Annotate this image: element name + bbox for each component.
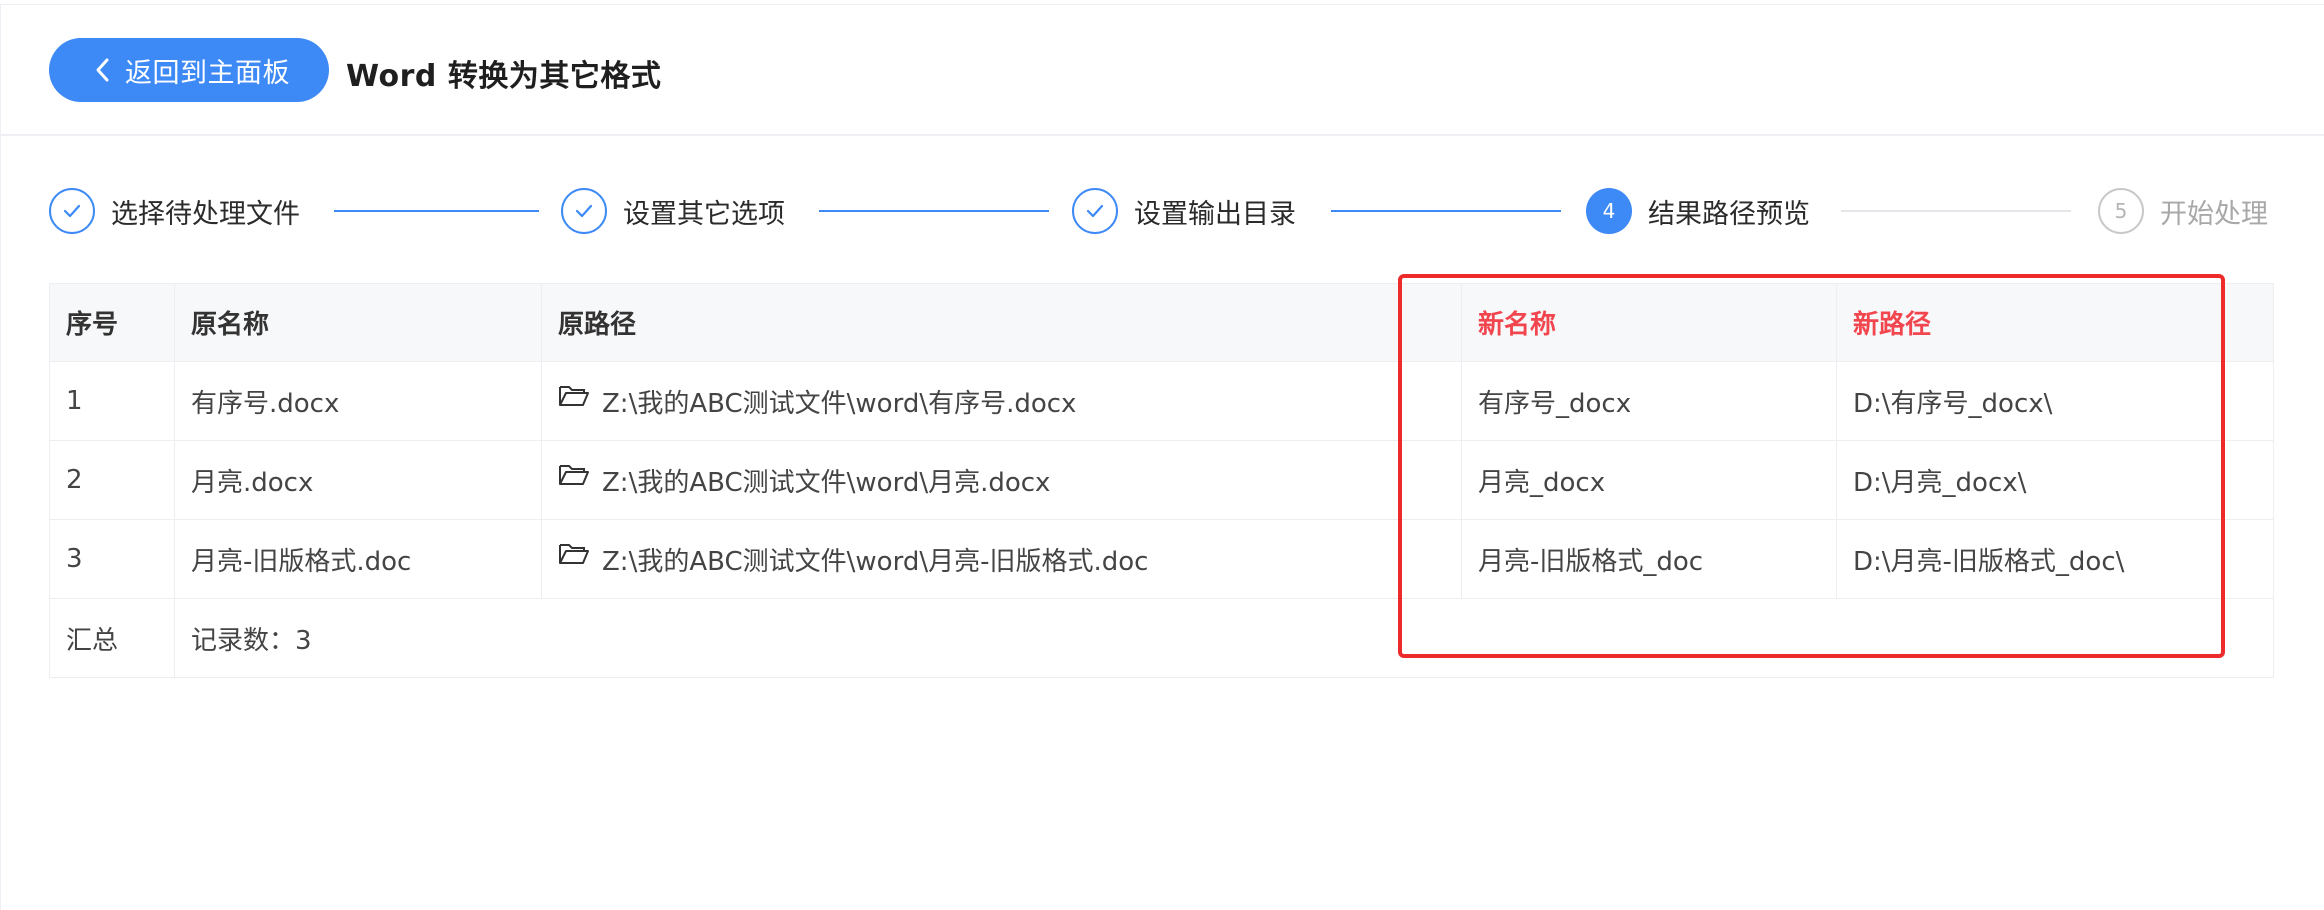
step-output-dir[interactable]: 设置输出目录 [1072,185,1296,237]
cell-new-path: D:\月亮_docx\ [1836,440,2274,520]
cell-index: 2 [49,440,175,520]
table-header-row: 序号 原名称 原路径 新名称 新路径 [49,283,2274,362]
cell-new-path: D:\月亮-旧版格式_doc\ [1836,519,2274,599]
step-number-badge: 4 [1586,188,1632,234]
cell-original-name: 月亮-旧版格式.doc [174,519,542,599]
summary-row: 汇总 记录数：3 [49,598,2274,678]
path-text: Z:\我的ABC测试文件\word\月亮-旧版格式.doc [602,546,1149,577]
step-label: 结果路径预览 [1648,198,1810,230]
step-start-processing[interactable]: 5 开始处理 [2098,185,2268,237]
check-icon [1072,188,1118,234]
cell-index: 1 [49,361,175,441]
step-connector [1841,210,2071,212]
header-bar: 返回到主面板 Word 转换为其它格式 [1,5,2324,136]
cell-new-name: 有序号_docx [1461,361,1837,441]
table-row[interactable]: 1 有序号.docx Z:\我的ABC测试文件\word\有序号.docx 有序… [49,361,2274,441]
cell-original-path: Z:\我的ABC测试文件\word\月亮.docx [541,440,1462,520]
col-header-index[interactable]: 序号 [49,283,175,362]
col-header-original-name[interactable]: 原名称 [174,283,542,362]
check-icon [49,188,95,234]
cell-original-path: Z:\我的ABC测试文件\word\有序号.docx [541,361,1462,441]
step-label: 设置其它选项 [623,198,785,230]
back-to-dashboard-button[interactable]: 返回到主面板 [49,38,329,102]
cell-original-path: Z:\我的ABC测试文件\word\月亮-旧版格式.doc [541,519,1462,599]
step-select-files[interactable]: 选择待处理文件 [49,185,300,237]
path-text: Z:\我的ABC测试文件\word\月亮.docx [602,467,1051,498]
chevron-left-icon [75,38,131,102]
steps-progress: 选择待处理文件 设置其它选项 设置输出目录 4 结果路径预览 5 开始处理 [1,185,2324,237]
table-row[interactable]: 3 月亮-旧版格式.doc Z:\我的ABC测试文件\word\月亮-旧版格式.… [49,519,2274,599]
col-header-new-path[interactable]: 新路径 [1836,283,2274,362]
cell-original-name: 有序号.docx [174,361,542,441]
step-other-options[interactable]: 设置其它选项 [561,185,785,237]
folder-open-icon[interactable] [558,463,590,494]
app-window: 返回到主面板 Word 转换为其它格式 选择待处理文件 设置其它选项 设置输出目… [0,4,2324,910]
step-label: 开始处理 [2160,198,2268,230]
step-result-preview[interactable]: 4 结果路径预览 [1586,185,1810,237]
folder-open-icon[interactable] [558,384,590,415]
step-number-badge: 5 [2098,188,2144,234]
path-text: Z:\我的ABC测试文件\word\有序号.docx [602,388,1077,419]
result-table: 序号 原名称 原路径 新名称 新路径 1 有序号.docx Z:\我的ABC测试… [49,283,2274,678]
step-label: 选择待处理文件 [111,198,300,230]
check-icon [561,188,607,234]
summary-label: 汇总 [49,598,175,678]
cell-original-name: 月亮.docx [174,440,542,520]
col-header-new-name[interactable]: 新名称 [1461,283,1837,362]
cell-new-name: 月亮-旧版格式_doc [1461,519,1837,599]
cell-new-name: 月亮_docx [1461,440,1837,520]
col-header-original-path[interactable]: 原路径 [541,283,1462,362]
table-row[interactable]: 2 月亮.docx Z:\我的ABC测试文件\word\月亮.docx 月亮_d… [49,440,2274,520]
folder-open-icon[interactable] [558,542,590,573]
cell-index: 3 [49,519,175,599]
back-button-label: 返回到主面板 [125,57,290,89]
step-connector [334,210,539,212]
page-title: Word 转换为其它格式 [346,59,662,94]
step-connector [1331,210,1561,212]
cell-new-path: D:\有序号_docx\ [1836,361,2274,441]
summary-value: 记录数：3 [174,598,2274,678]
step-label: 设置输出目录 [1134,198,1296,230]
step-connector [819,210,1049,212]
